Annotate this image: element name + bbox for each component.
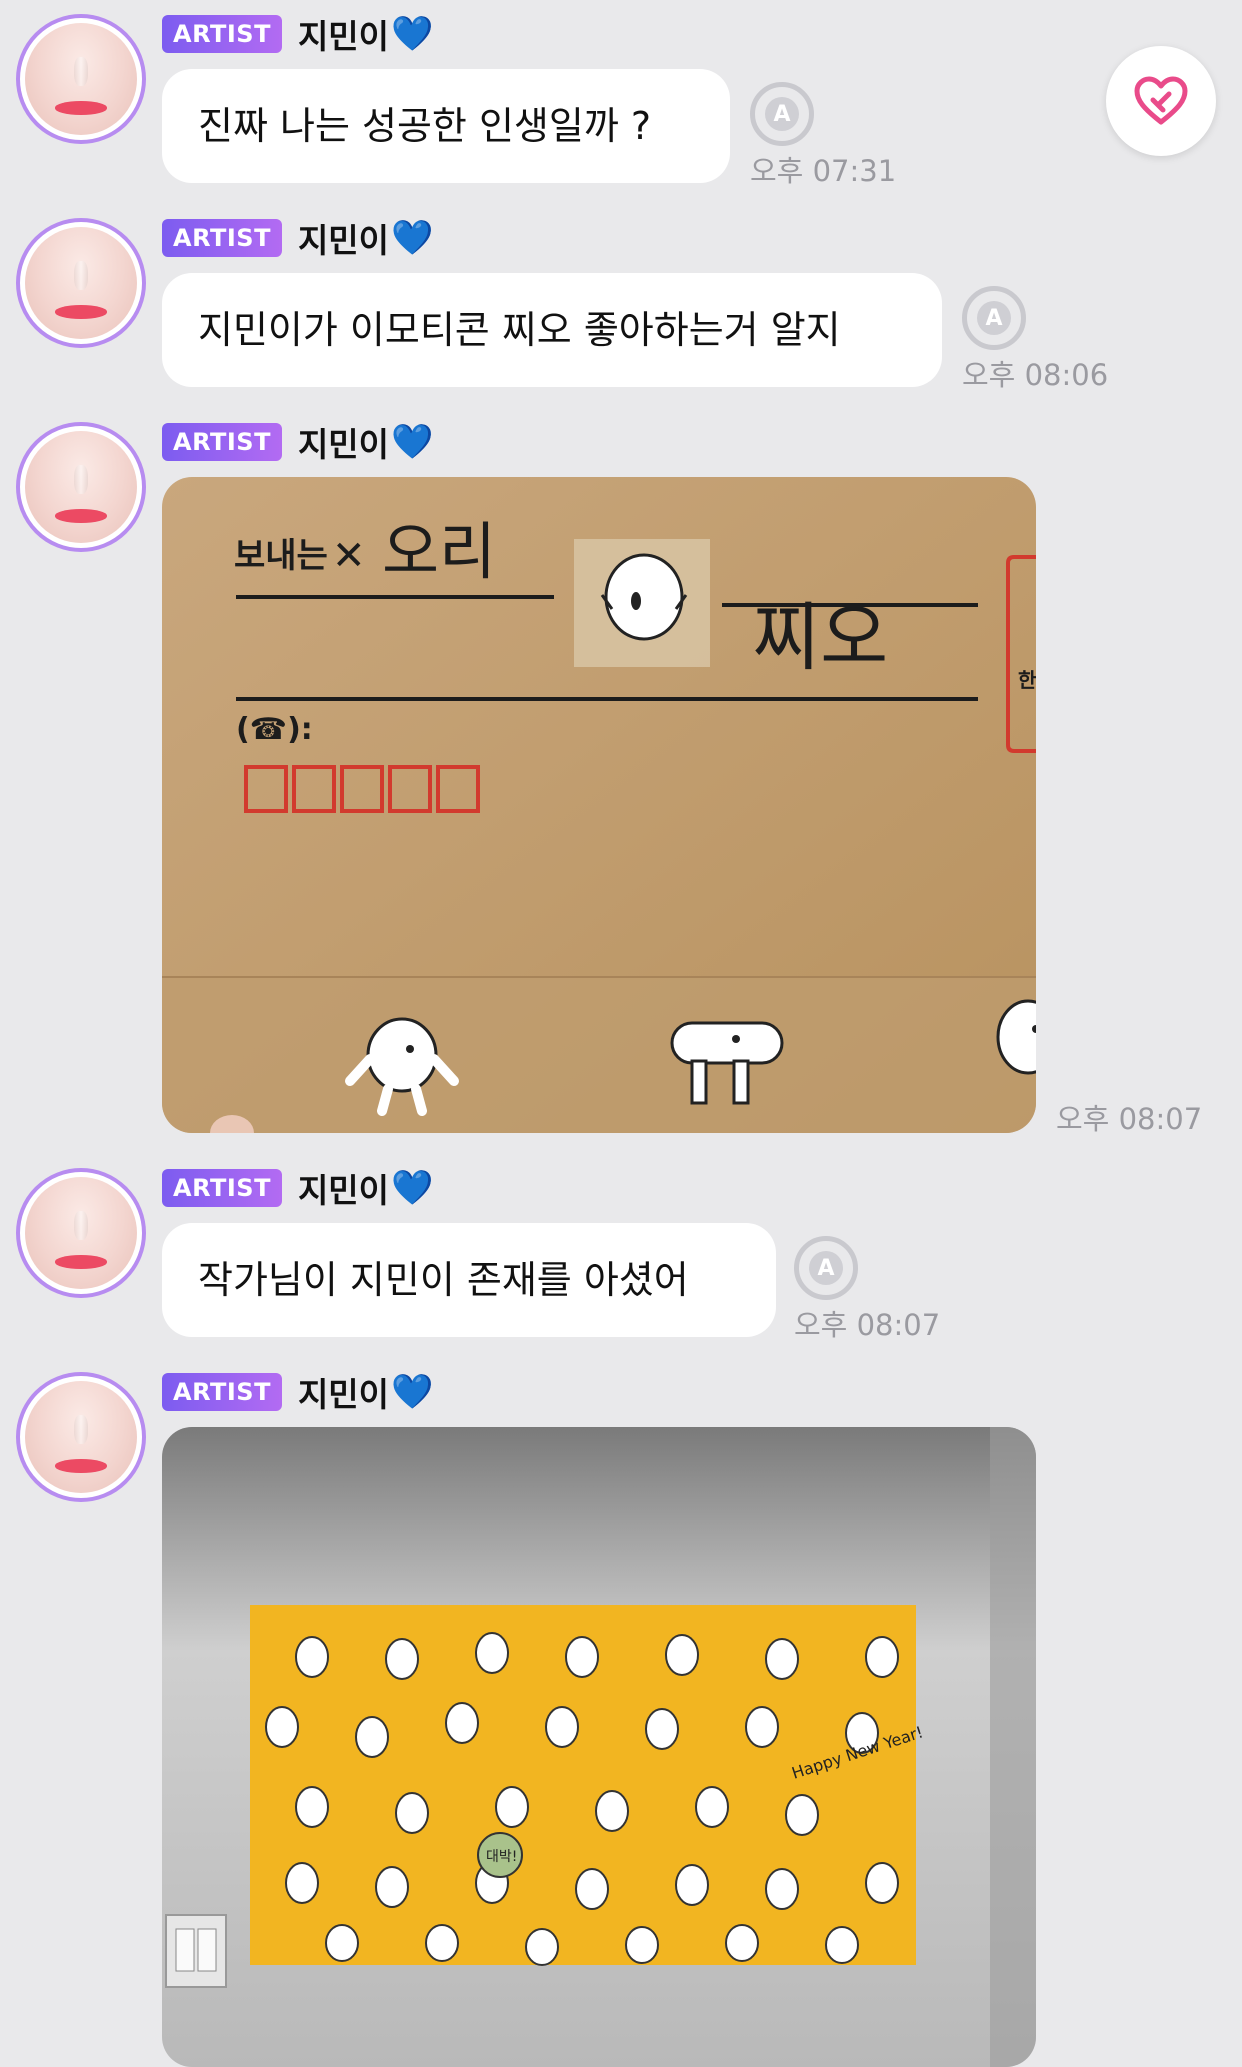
blue-heart-icon: 💙 bbox=[391, 1372, 434, 1412]
artist-badge: ARTIST bbox=[162, 1169, 282, 1207]
banner-photo[interactable]: 대박! Happy New Year! bbox=[162, 1427, 1036, 2067]
banner-photo-image: 대박! Happy New Year! bbox=[162, 1427, 1036, 2067]
translate-icon: A bbox=[765, 97, 799, 131]
sender-row: ARTIST 지민이 💙 bbox=[162, 12, 433, 56]
sender-name: 지민이 💙 bbox=[298, 1164, 433, 1212]
sender-name: 지민이 💙 bbox=[298, 214, 433, 262]
artist-badge: ARTIST bbox=[162, 1373, 282, 1411]
translate-icon: A bbox=[977, 301, 1011, 335]
blue-heart-icon: 💙 bbox=[391, 422, 434, 462]
nickname-text: 지민이 bbox=[297, 1375, 390, 1414]
avatar[interactable] bbox=[16, 422, 146, 552]
artist-badge: ARTIST bbox=[162, 15, 282, 53]
translate-button[interactable]: A bbox=[962, 286, 1026, 350]
nickname-text: 지민이 bbox=[297, 1171, 390, 1210]
blue-heart-icon: 💙 bbox=[391, 218, 434, 258]
speech-bubble-text: 대박! bbox=[486, 1849, 517, 1865]
sender-name: 지민이 💙 bbox=[298, 418, 433, 466]
nickname-text: 지민이 bbox=[297, 17, 390, 56]
phone-label: (☎): bbox=[236, 712, 313, 747]
svg-text:✕: ✕ bbox=[332, 533, 366, 579]
sender-row: ARTIST 지민이 💙 bbox=[162, 216, 433, 260]
message-time: 오후 08:06 bbox=[962, 358, 1109, 392]
nickname-text: 지민이 bbox=[297, 425, 390, 464]
sender-label: 보내는 bbox=[234, 536, 328, 576]
artist-badge: ARTIST bbox=[162, 423, 282, 461]
recipient-name-handwritten: 찌오 bbox=[752, 595, 888, 681]
translate-button[interactable]: A bbox=[794, 1236, 858, 1300]
artist-badge: ARTIST bbox=[162, 219, 282, 257]
sender-row: ARTIST 지민이 💙 bbox=[162, 1370, 433, 1414]
blue-heart-icon: 💙 bbox=[391, 14, 434, 54]
favorite-button[interactable] bbox=[1106, 46, 1216, 156]
message-time: 오후 08:07 bbox=[794, 1308, 941, 1342]
box-photo[interactable]: 보내는 ✕ 오리 찌오 (☎): 한 bbox=[162, 477, 1036, 1133]
avatar[interactable] bbox=[16, 218, 146, 348]
box-photo-image: 보내는 ✕ 오리 찌오 (☎): 한 bbox=[162, 477, 1036, 1133]
avatar[interactable] bbox=[16, 1168, 146, 1298]
sender-name-handwritten: 오리 bbox=[382, 515, 496, 588]
nickname-text: 지민이 bbox=[297, 221, 390, 260]
side-mark: 한 bbox=[1018, 668, 1036, 692]
sender-name: 지민이 💙 bbox=[298, 10, 433, 58]
message-time: 오후 08:07 bbox=[1056, 1102, 1203, 1136]
message-bubble[interactable]: 진짜 나는 성공한 인생일까 ? bbox=[162, 69, 730, 183]
avatar[interactable] bbox=[16, 14, 146, 144]
avatar[interactable] bbox=[16, 1372, 146, 1502]
sender-name: 지민이 💙 bbox=[298, 1368, 433, 1416]
message-time: 오후 07:31 bbox=[750, 154, 897, 188]
translate-icon: A bbox=[809, 1251, 843, 1285]
translate-button[interactable]: A bbox=[750, 82, 814, 146]
sender-row: ARTIST 지민이 💙 bbox=[162, 420, 433, 464]
blue-heart-icon: 💙 bbox=[391, 1168, 434, 1208]
sender-row: ARTIST 지민이 💙 bbox=[162, 1166, 433, 1210]
message-bubble[interactable]: 지민이가 이모티콘 찌오 좋아하는거 알지 bbox=[162, 273, 942, 387]
heart-outline-icon bbox=[1134, 76, 1188, 125]
message-bubble[interactable]: 작가님이 지민이 존재를 아셨어 bbox=[162, 1223, 776, 1337]
